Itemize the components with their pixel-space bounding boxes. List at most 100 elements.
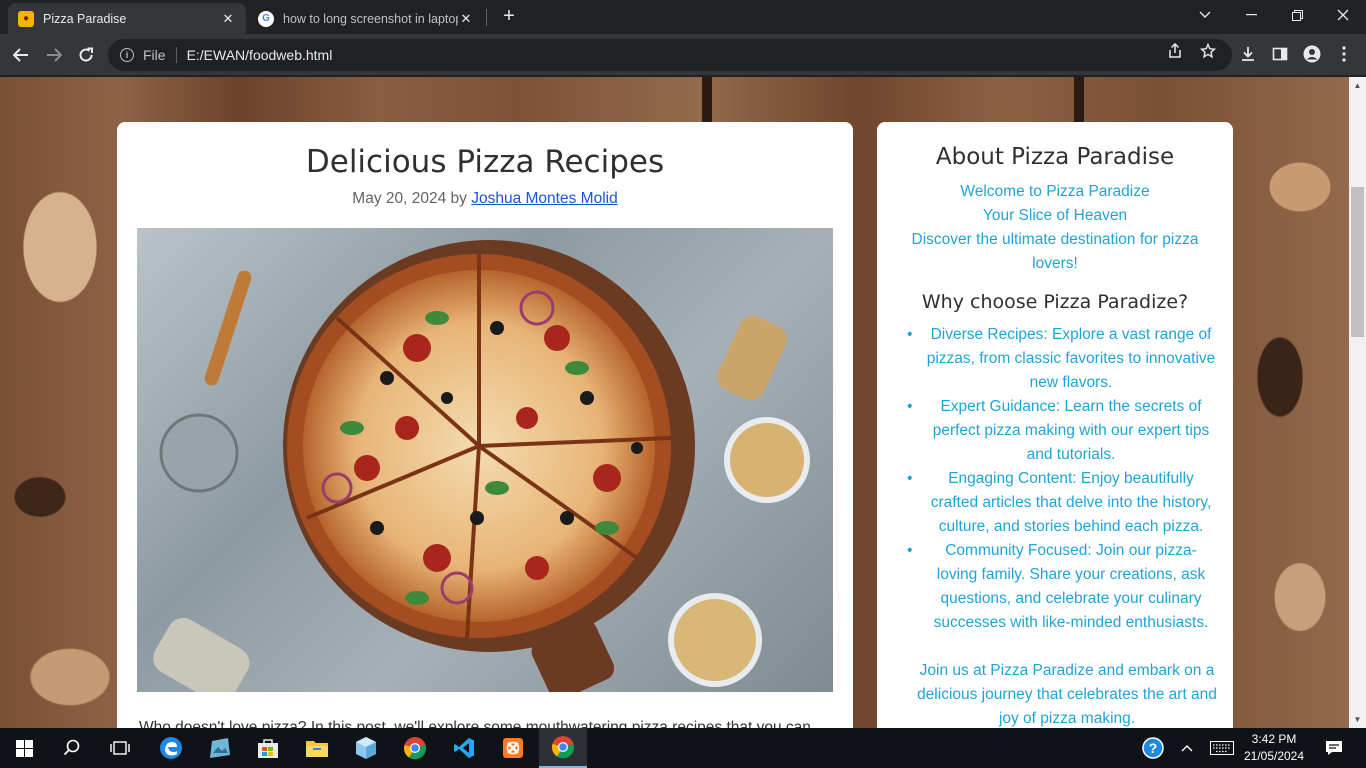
pizza-image (137, 228, 833, 692)
tab-search-button[interactable] (1182, 0, 1228, 30)
address-divider (175, 47, 177, 63)
scroll-thumb[interactable] (1351, 187, 1364, 337)
minimize-button[interactable] (1228, 0, 1274, 30)
welcome-line: Your Slice of Heaven (982, 207, 1128, 224)
page-viewport: Delicious Pizza Recipes May 20, 2024 by … (0, 77, 1349, 728)
post-by: by (450, 190, 467, 207)
browser-toolbar: i File E:/EWAN/foodweb.html (0, 34, 1366, 76)
edge-icon (160, 737, 182, 759)
edge-app[interactable] (147, 728, 195, 768)
vscode-app[interactable] (440, 728, 488, 768)
vertical-scrollbar[interactable]: ▲ ▼ (1349, 77, 1366, 728)
tab-pizza-paradise[interactable]: ● Pizza Paradise ✕ (8, 3, 246, 34)
scroll-up-arrow-icon[interactable]: ▲ (1349, 77, 1366, 94)
restore-button[interactable] (1274, 0, 1320, 30)
about-title: About Pizza Paradise (935, 144, 1175, 170)
task-view-icon (110, 741, 130, 755)
side-panel-icon[interactable] (1269, 44, 1291, 64)
close-icon (1337, 9, 1349, 21)
post-date: May 20, 2024 (352, 190, 447, 207)
clock-date: 21/05/2024 (1243, 749, 1305, 763)
chrome-active-app[interactable] (539, 728, 587, 768)
new-tab-button[interactable]: + (498, 6, 520, 27)
photos-app[interactable] (196, 728, 244, 768)
tab-divider (486, 9, 487, 26)
share-icon[interactable] (1166, 42, 1184, 60)
arrow-left-icon (13, 48, 28, 62)
chevron-down-icon (1199, 11, 1211, 18)
wood-plank-gap (702, 77, 712, 122)
list-item: • Diverse Recipes: Explore a vast range o… (907, 323, 1217, 395)
help-icon[interactable]: ? (1141, 728, 1165, 768)
why-choose-title: Why choose Pizza Paradize? (921, 291, 1189, 313)
menu-kebab-icon[interactable] (1333, 44, 1355, 64)
chevron-up-icon[interactable] (1176, 728, 1198, 768)
chrome-app[interactable] (391, 728, 439, 768)
reason-text: Diverse Recipes: Explore a vast range of… (926, 326, 1216, 391)
reason-text: Community Focused: Join our pizza-loving… (933, 542, 1209, 631)
about-card: About Pizza Paradise Welcome to Pizza Pa… (877, 122, 1233, 728)
store-app[interactable] (244, 728, 292, 768)
tab-strip: ● Pizza Paradise ✕ G how to long screens… (0, 0, 1366, 34)
xampp-icon (503, 738, 523, 758)
bullet-icon: • (907, 326, 913, 343)
xampp-app[interactable] (489, 728, 537, 768)
close-icon[interactable]: ✕ (458, 11, 474, 27)
bookmark-star-icon[interactable] (1199, 42, 1217, 60)
forward-button[interactable] (41, 42, 67, 68)
address-bar[interactable]: i File E:/EWAN/foodweb.html (108, 39, 1232, 71)
list-item: • Expert Guidance: Learn the secrets of p… (907, 395, 1217, 467)
reasons-list: • Diverse Recipes: Explore a vast range o… (907, 323, 1217, 635)
bullet-icon: • (907, 398, 913, 415)
list-item: • Engaging Content: Enjoy beautifully cra… (907, 467, 1217, 539)
clock-time: 3:42 PM (1251, 732, 1297, 746)
back-button[interactable] (8, 42, 34, 68)
tab-title: Pizza Paradise (43, 11, 127, 26)
cube-app[interactable] (342, 728, 390, 768)
wood-plank-gap (1074, 77, 1084, 122)
reload-button[interactable] (73, 42, 99, 68)
restore-icon (1291, 9, 1303, 21)
minimize-icon (1245, 14, 1257, 16)
pizza-illustration (153, 240, 810, 692)
cube-icon (356, 737, 376, 759)
windows-taskbar: ? 3:42 PM 21/05/2024 (0, 728, 1366, 768)
svg-text:?: ? (1149, 740, 1158, 756)
file-explorer-app[interactable] (293, 728, 341, 768)
tab-google-search[interactable]: G how to long screenshot in laptop ✕ (248, 3, 484, 34)
post-intro: Who doesn't love pizza? In this post, we… (139, 719, 811, 728)
task-view-button[interactable] (96, 728, 144, 768)
download-icon[interactable] (1237, 44, 1259, 64)
reason-text: Expert Guidance: Learn the secrets of pe… (932, 398, 1210, 463)
welcome-line: Discover the ultimate destination for pi… (911, 231, 1199, 272)
welcome-line: Welcome to Pizza Paradize (960, 183, 1150, 200)
reason-text: Engaging Content: Enjoy beautifully craf… (930, 470, 1212, 535)
author-link[interactable]: Joshua Montes Molid (471, 190, 617, 207)
info-icon[interactable]: i (120, 48, 134, 62)
folder-icon (306, 741, 328, 757)
close-icon[interactable]: ✕ (220, 11, 236, 27)
tab-title: how to long screenshot in laptop (283, 11, 458, 26)
keyboard-icon[interactable] (1208, 728, 1236, 768)
taskbar-clock[interactable]: 3:42 PM 21/05/2024 (1240, 731, 1308, 765)
bullet-icon: • (907, 470, 913, 487)
profile-icon[interactable] (1301, 44, 1323, 64)
search-icon (63, 739, 80, 756)
notifications-icon[interactable] (1322, 728, 1346, 768)
windows-logo-icon (15, 739, 33, 757)
search-button[interactable] (48, 728, 96, 768)
address-scheme: File (143, 47, 166, 63)
join-text: Join us at Pizza Paradize and embark on … (917, 662, 1217, 727)
vscode-icon (454, 738, 474, 758)
store-icon (258, 739, 278, 758)
post-meta: May 20, 2024 by Joshua Montes Molid (117, 190, 853, 208)
scroll-down-arrow-icon[interactable]: ▼ (1349, 711, 1366, 728)
arrow-right-icon (47, 48, 62, 62)
welcome-text: Welcome to Pizza Paradize Your Slice of … (901, 180, 1209, 276)
photos-icon (210, 738, 230, 758)
pizza-favicon-icon: ● (18, 10, 34, 27)
reload-icon (79, 47, 93, 62)
start-button[interactable] (0, 728, 48, 768)
chrome-icon (403, 737, 427, 760)
close-window-button[interactable] (1320, 0, 1366, 30)
